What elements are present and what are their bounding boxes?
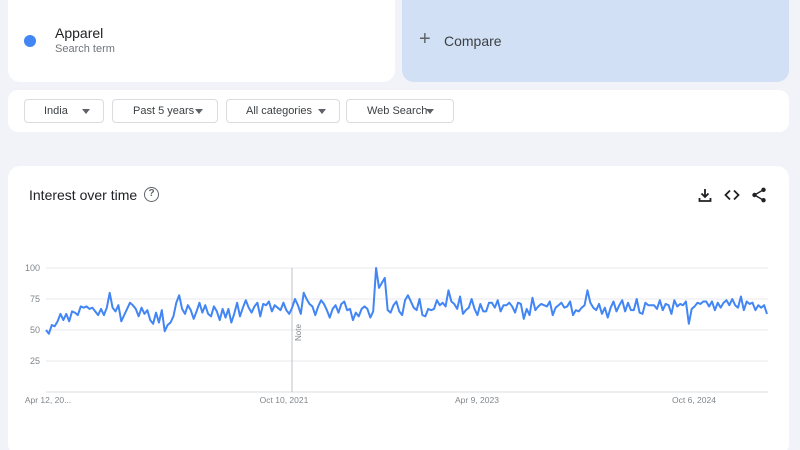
y-tick-label: 50 bbox=[30, 325, 40, 335]
time-range-filter-label: Past 5 years bbox=[133, 105, 195, 117]
y-tick-label: 75 bbox=[30, 294, 40, 304]
chevron-down-icon bbox=[195, 109, 203, 114]
x-tick-label: Oct 6, 2024 bbox=[672, 395, 716, 405]
x-tick-label: Apr 9, 2023 bbox=[455, 395, 499, 405]
category-filter-dropdown[interactable]: All categories bbox=[226, 99, 340, 123]
interest-over-time-card: Interest over time ? 100 75 50 25 Apr 12, 2… bbox=[8, 166, 789, 450]
series-line bbox=[45, 267, 768, 335]
chevron-down-icon bbox=[82, 109, 90, 114]
y-tick-label: 100 bbox=[25, 263, 40, 273]
x-tick-label: Oct 10, 2021 bbox=[260, 395, 309, 405]
x-axis: Apr 12, 20... Oct 10, 2021 Apr 9, 2023 Oct … bbox=[25, 395, 716, 405]
search-type-filter-label: Web Search bbox=[367, 105, 428, 117]
line-chart: 100 75 50 25 Apr 12, 20... Oct 10, 2021 Apr 9… bbox=[25, 263, 768, 405]
search-term-card[interactable]: Apparel Search term bbox=[8, 0, 395, 82]
search-type-filter-dropdown[interactable]: Web Search bbox=[346, 99, 454, 123]
chevron-down-icon bbox=[318, 109, 326, 114]
plus-icon: + bbox=[419, 28, 431, 50]
term-subtitle: Search term bbox=[55, 43, 115, 55]
term-name[interactable]: Apparel bbox=[55, 25, 103, 41]
compare-label: Compare bbox=[444, 33, 502, 49]
filter-bar: India Past 5 years All categories Web Se… bbox=[8, 90, 789, 132]
chevron-down-icon bbox=[426, 109, 434, 114]
term-color-dot bbox=[24, 35, 36, 47]
y-tick-label: 25 bbox=[30, 356, 40, 366]
region-filter-dropdown[interactable]: India bbox=[24, 99, 104, 123]
note-marker-label[interactable]: Note bbox=[294, 324, 303, 341]
category-filter-label: All categories bbox=[246, 105, 313, 117]
time-range-filter-dropdown[interactable]: Past 5 years bbox=[112, 99, 218, 123]
region-filter-label: India bbox=[44, 105, 68, 117]
x-tick-label: Apr 12, 20... bbox=[25, 395, 71, 405]
y-axis: 100 75 50 25 bbox=[25, 263, 40, 366]
chart-gridlines bbox=[46, 267, 768, 393]
compare-button[interactable]: + Compare bbox=[402, 0, 789, 82]
